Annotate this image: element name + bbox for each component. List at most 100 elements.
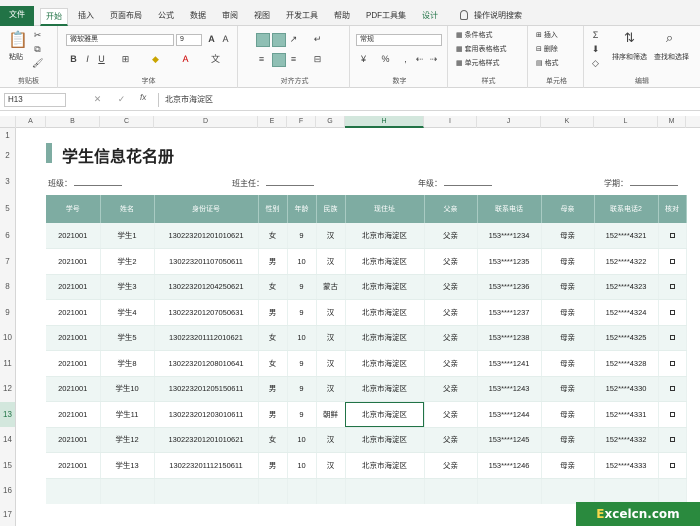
autosum-icon[interactable]: Σ — [590, 30, 601, 41]
table-cell[interactable]: 父亲 — [424, 325, 478, 351]
table-cell[interactable]: 9 — [287, 299, 317, 326]
column-heading[interactable]: 现住址 — [345, 195, 425, 223]
table-cell[interactable]: 男 — [258, 401, 288, 428]
row-header-7[interactable]: 7 — [0, 248, 16, 274]
table-cell[interactable]: 153****1246 — [477, 452, 542, 479]
font-name-select[interactable]: 微软雅黑 — [66, 34, 174, 46]
table-cell[interactable]: 北京市海淀区 — [345, 452, 425, 479]
row-header-1[interactable]: 1 — [0, 128, 16, 143]
table-cell[interactable]: 汉 — [316, 223, 346, 249]
row-header-12[interactable]: 12 — [0, 376, 16, 402]
table-cell[interactable]: 9 — [287, 401, 317, 428]
column-header-a[interactable]: A — [16, 116, 46, 128]
table-cell[interactable] — [316, 478, 346, 504]
table-cell[interactable]: 152****4332 — [594, 427, 659, 453]
verify-cell[interactable] — [658, 223, 687, 249]
column-heading[interactable]: 母亲 — [541, 195, 595, 223]
checkbox-icon[interactable] — [669, 284, 675, 290]
table-cell[interactable]: 2021001 — [46, 452, 101, 479]
verify-cell[interactable] — [658, 427, 687, 453]
column-heading[interactable]: 姓名 — [100, 195, 155, 223]
table-cell[interactable]: 2021001 — [46, 401, 101, 428]
table-cell[interactable]: 130223201204250621 — [154, 274, 259, 300]
row-header-8[interactable]: 8 — [0, 274, 16, 300]
sort-filter-button[interactable]: 排序和筛选 — [612, 52, 647, 62]
bold-button[interactable]: B — [68, 54, 79, 65]
table-cell[interactable]: 北京市海淀区 — [345, 427, 425, 453]
table-cell[interactable]: 北京市海淀区 — [345, 223, 425, 249]
table-cell[interactable] — [541, 478, 595, 504]
table-cell[interactable]: 130223201207050631 — [154, 299, 259, 326]
verify-cell[interactable] — [658, 325, 687, 351]
table-cell[interactable]: 母亲 — [541, 274, 595, 300]
table-cell[interactable]: 学生2 — [100, 248, 155, 275]
underline-button[interactable]: U — [96, 54, 107, 65]
table-cell[interactable]: 10 — [287, 427, 317, 453]
column-heading[interactable]: 核对 — [658, 195, 687, 223]
table-cell[interactable]: 130223201208010641 — [154, 350, 259, 377]
table-cell[interactable]: 女 — [258, 325, 288, 351]
column-header-m[interactable]: M — [658, 116, 686, 128]
table-cell[interactable]: 汉 — [316, 325, 346, 351]
table-cell[interactable] — [424, 478, 478, 504]
font-size-select[interactable]: 9 — [176, 34, 202, 46]
grow-font-icon[interactable]: A — [206, 34, 217, 45]
table-cell[interactable]: 2021001 — [46, 299, 101, 326]
column-header-g[interactable]: G — [316, 116, 345, 128]
find-select-button[interactable]: 查找和选择 — [654, 52, 689, 62]
table-cell[interactable]: 学生11 — [100, 401, 155, 428]
table-cell[interactable]: 母亲 — [541, 248, 595, 275]
row-header-6[interactable]: 6 — [0, 223, 16, 249]
table-cell[interactable] — [594, 478, 659, 504]
table-cell[interactable]: 女 — [258, 350, 288, 377]
table-cell[interactable]: 母亲 — [541, 325, 595, 351]
field-term-blank[interactable] — [630, 178, 678, 186]
verify-cell[interactable] — [658, 350, 687, 377]
table-cell[interactable]: 153****1241 — [477, 350, 542, 377]
align-left-icon[interactable]: ≡ — [256, 54, 267, 65]
paste-button[interactable]: 粘贴 — [9, 52, 23, 62]
table-cell[interactable]: 学生13 — [100, 452, 155, 479]
increase-decimal-icon[interactable]: ⇠ — [414, 54, 425, 65]
tab-design[interactable]: 设计 — [416, 8, 444, 26]
verify-cell[interactable] — [658, 299, 687, 326]
field-grade-blank[interactable] — [444, 178, 492, 186]
table-cell[interactable]: 母亲 — [541, 452, 595, 479]
row-header-16[interactable]: 16 — [0, 478, 16, 503]
table-cell[interactable]: 9 — [287, 274, 317, 300]
checkbox-icon[interactable] — [669, 437, 675, 443]
table-cell[interactable]: 130223201201010621 — [154, 427, 259, 453]
sort-filter-icon[interactable]: ⇅ — [624, 31, 635, 44]
table-cell[interactable]: 北京市海淀区 — [345, 350, 425, 377]
checkbox-icon[interactable] — [669, 258, 675, 264]
field-class-blank[interactable] — [74, 178, 122, 186]
table-cell[interactable]: 男 — [258, 376, 288, 402]
column-header-c[interactable]: C — [100, 116, 154, 128]
checkbox-icon[interactable] — [669, 386, 675, 392]
table-cell[interactable]: 2021001 — [46, 248, 101, 275]
column-header-f[interactable]: F — [287, 116, 316, 128]
tab-home[interactable]: 开始 — [40, 8, 68, 26]
table-cell[interactable]: 母亲 — [541, 427, 595, 453]
table-cell[interactable]: 汉 — [316, 299, 346, 326]
row-header-13[interactable]: 13 — [0, 401, 16, 427]
table-cell[interactable]: 母亲 — [541, 401, 595, 428]
table-cell[interactable]: 2021001 — [46, 427, 101, 453]
column-header-i[interactable]: I — [424, 116, 477, 128]
table-cell[interactable]: 男 — [258, 452, 288, 479]
table-cell[interactable]: 152****4323 — [594, 274, 659, 300]
column-heading[interactable]: 年龄 — [287, 195, 317, 223]
table-cell[interactable]: 学生12 — [100, 427, 155, 453]
table-cell[interactable]: 152****4325 — [594, 325, 659, 351]
table-cell[interactable] — [658, 478, 687, 504]
column-header-e[interactable]: E — [258, 116, 287, 128]
shrink-font-icon[interactable]: A — [220, 34, 231, 45]
checkbox-icon[interactable] — [669, 335, 675, 341]
phonetic-icon[interactable]: 文 — [210, 54, 221, 65]
name-box[interactable]: H13 — [4, 93, 66, 107]
column-heading[interactable]: 学号 — [46, 195, 101, 223]
table-cell[interactable]: 130223201203010611 — [154, 401, 259, 428]
column-heading[interactable]: 性别 — [258, 195, 288, 223]
table-cell[interactable]: 父亲 — [424, 350, 478, 377]
table-cell[interactable]: 汉 — [316, 452, 346, 479]
